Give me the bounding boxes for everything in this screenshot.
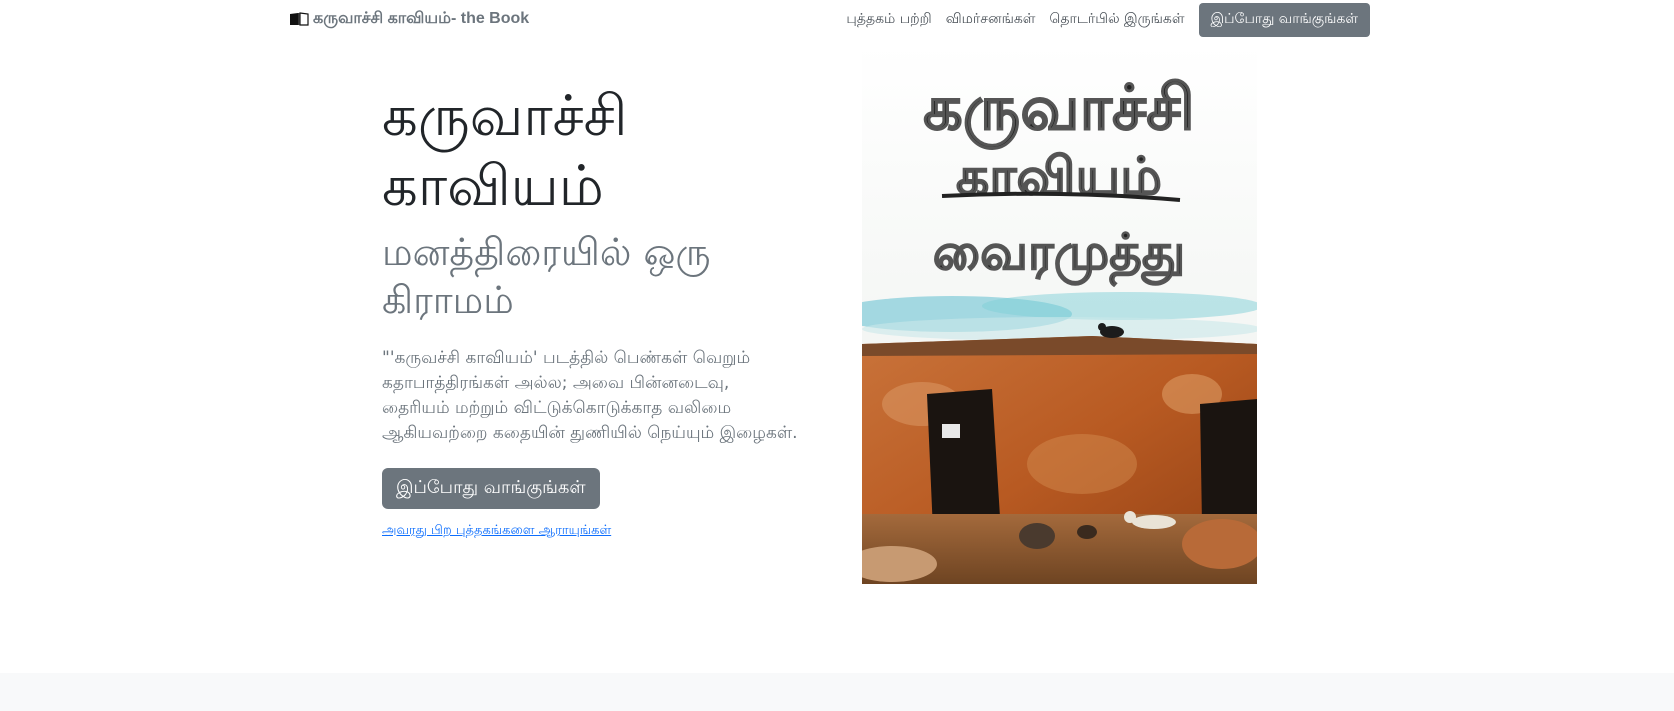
- navbar: கருவாச்சி காவியம்- the Book புத்தகம் பற்…: [0, 0, 1674, 40]
- more-books-link[interactable]: அவரது பிற புத்தகங்களை ஆராயுங்கள்: [382, 523, 802, 539]
- hero-title: கருவாச்சி காவியம்: [382, 84, 628, 219]
- hero-buy-now-button[interactable]: இப்போது வாங்குங்கள்: [382, 468, 600, 509]
- nav-link-about-book[interactable]: புத்தகம் பற்றி: [846, 11, 931, 29]
- hero-subtitle: மனத்திரையில் ஒரு கிராமம்: [382, 230, 711, 322]
- cover-author: வைரமுத்து: [933, 223, 1185, 287]
- nav-links: புத்தகம் பற்றி விமர்சனங்கள் தொடர்பில் இர…: [832, 3, 1370, 37]
- hero-section: கருவாச்சி காவியம் மனத்திரையில் ஒரு கிராம…: [382, 82, 802, 539]
- book-cover-image: கருவாச்சி காவியம் வைரமுத்து: [862, 44, 1257, 584]
- hero-description: "'கருவச்சி காவியம்' படத்தில் பெண்கள் வெற…: [382, 348, 798, 443]
- page: கருவாச்சி காவியம்- the Book புத்தகம் பற்…: [0, 0, 1674, 711]
- navbar-brand[interactable]: கருவாச்சி காவியம்- the Book: [289, 9, 529, 29]
- nav-link-reviews[interactable]: விமர்சனங்கள்: [946, 11, 1036, 29]
- nav-link-contact[interactable]: தொடர்பில் இருங்கள்: [1049, 11, 1184, 29]
- brand-text: கருவாச்சி காவியம்- the Book: [313, 10, 530, 27]
- cover-title-line1: கருவாச்சி: [923, 71, 1195, 149]
- open-book-icon: [289, 12, 309, 26]
- footer-strip: [0, 673, 1674, 711]
- nav-buy-now-button[interactable]: இப்போது வாங்குங்கள்: [1198, 3, 1370, 37]
